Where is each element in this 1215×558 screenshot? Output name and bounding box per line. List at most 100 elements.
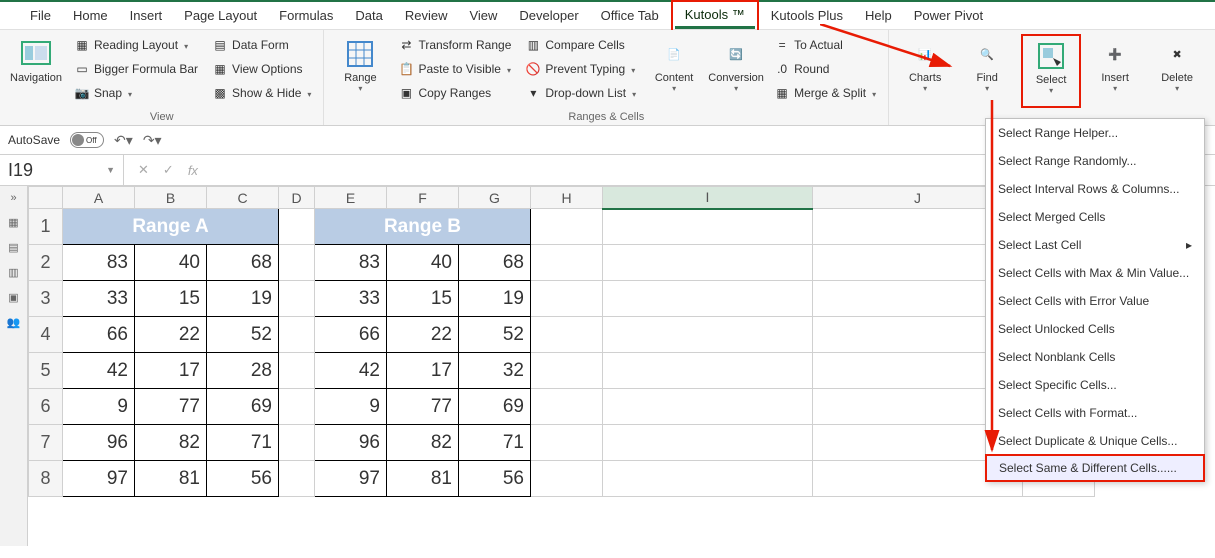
cell[interactable]: 81 [387, 461, 459, 497]
paste-visible-button[interactable]: 📋Paste to Visible [394, 58, 515, 80]
cell[interactable]: 33 [315, 281, 387, 317]
tab-developer[interactable]: Developer [509, 4, 588, 27]
cell[interactable]: 77 [135, 389, 207, 425]
tab-data[interactable]: Data [345, 4, 392, 27]
cell[interactable]: 82 [387, 425, 459, 461]
cell[interactable]: 68 [207, 245, 279, 281]
menu-item[interactable]: Select Same & Different Cells...... [985, 454, 1205, 482]
to-actual-button[interactable]: =To Actual [770, 34, 880, 56]
tab-page-layout[interactable]: Page Layout [174, 4, 267, 27]
cell[interactable]: 32 [459, 353, 531, 389]
tab-kutools-plus[interactable]: Kutools Plus [761, 4, 853, 27]
delete-button[interactable]: ✖Delete [1149, 34, 1205, 104]
row-header-8[interactable]: 8 [29, 461, 63, 497]
cell[interactable]: 81 [135, 461, 207, 497]
conversion-button[interactable]: 🔄Conversion [708, 34, 764, 104]
snap-button[interactable]: 📷Snap [70, 82, 202, 104]
merge-split-button[interactable]: ▦Merge & Split [770, 82, 880, 104]
cell[interactable]: 97 [63, 461, 135, 497]
undo-button[interactable]: ↶▾ [114, 132, 133, 149]
menu-item[interactable]: Select Range Helper... [986, 119, 1204, 147]
find-button[interactable]: 🔍Find [959, 34, 1015, 104]
menu-item[interactable]: Select Cells with Format... [986, 399, 1204, 427]
col-header-I[interactable]: I [603, 187, 813, 209]
cell[interactable]: 9 [315, 389, 387, 425]
insert-button[interactable]: ➕Insert [1087, 34, 1143, 104]
panel-icon-1[interactable]: ▦ [8, 216, 18, 229]
cell[interactable]: 82 [135, 425, 207, 461]
tab-help[interactable]: Help [855, 4, 902, 27]
cell[interactable]: 68 [459, 245, 531, 281]
cell[interactable]: 15 [387, 281, 459, 317]
cell[interactable]: 96 [63, 425, 135, 461]
cell[interactable]: 66 [63, 317, 135, 353]
cell[interactable]: 15 [135, 281, 207, 317]
round-button[interactable]: .0Round [770, 58, 880, 80]
cell[interactable]: 40 [135, 245, 207, 281]
tab-home[interactable]: Home [63, 4, 118, 27]
tab-view[interactable]: View [459, 4, 507, 27]
fx-icon[interactable]: fx [188, 163, 198, 178]
col-header-D[interactable]: D [279, 187, 315, 209]
cell[interactable]: 56 [207, 461, 279, 497]
cell[interactable]: 42 [63, 353, 135, 389]
menu-item[interactable]: Select Range Randomly... [986, 147, 1204, 175]
menu-item[interactable]: Select Interval Rows & Columns... [986, 175, 1204, 203]
cell[interactable]: 83 [315, 245, 387, 281]
row-header-7[interactable]: 7 [29, 425, 63, 461]
content-button[interactable]: 📄Content [646, 34, 702, 104]
cell[interactable]: 83 [63, 245, 135, 281]
copy-ranges-button[interactable]: ▣Copy Ranges [394, 82, 515, 104]
reading-layout-button[interactable]: ▦Reading Layout [70, 34, 202, 56]
show-hide-button[interactable]: ▩Show & Hide [208, 82, 315, 104]
cell[interactable]: 52 [459, 317, 531, 353]
cell[interactable]: 33 [63, 281, 135, 317]
prevent-typing-button[interactable]: 🚫Prevent Typing [521, 58, 640, 80]
menu-item[interactable]: Select Duplicate & Unique Cells... [986, 427, 1204, 455]
cell[interactable]: 52 [207, 317, 279, 353]
panel-icon-2[interactable]: ▤ [8, 241, 18, 254]
format-button[interactable]: ▦Format [1211, 58, 1215, 80]
row-header-3[interactable]: 3 [29, 281, 63, 317]
panel-icon-5[interactable]: 👥 [7, 316, 21, 329]
tab-office-tab[interactable]: Office Tab [591, 4, 669, 27]
cell[interactable]: 17 [387, 353, 459, 389]
cell[interactable]: 19 [207, 281, 279, 317]
menu-item[interactable]: Select Nonblank Cells [986, 343, 1204, 371]
link-button[interactable]: 🔗Link [1211, 82, 1215, 104]
cell[interactable]: 9 [63, 389, 135, 425]
cell[interactable]: 97 [315, 461, 387, 497]
col-header-B[interactable]: B [135, 187, 207, 209]
menu-item[interactable]: Select Merged Cells [986, 203, 1204, 231]
cell[interactable]: 69 [459, 389, 531, 425]
tab-insert[interactable]: Insert [120, 4, 173, 27]
col-header-F[interactable]: F [387, 187, 459, 209]
cell[interactable]: 69 [207, 389, 279, 425]
col-header-A[interactable]: A [63, 187, 135, 209]
data-form-button[interactable]: ▤Data Form [208, 34, 315, 56]
cell[interactable]: 22 [387, 317, 459, 353]
col-header-H[interactable]: H [531, 187, 603, 209]
tab-formulas[interactable]: Formulas [269, 4, 343, 27]
tab-file[interactable]: File [20, 4, 61, 27]
cell[interactable]: 71 [459, 425, 531, 461]
select-button[interactable]: Select [1023, 36, 1079, 106]
row-header-6[interactable]: 6 [29, 389, 63, 425]
tab-review[interactable]: Review [395, 4, 458, 27]
range-button[interactable]: Range [332, 34, 388, 104]
cell[interactable]: 40 [387, 245, 459, 281]
autosave-toggle[interactable]: Off [70, 132, 104, 148]
menu-item[interactable]: Select Unlocked Cells [986, 315, 1204, 343]
row-header-4[interactable]: 4 [29, 317, 63, 353]
cell[interactable]: 42 [315, 353, 387, 389]
text-button[interactable]: TText [1211, 34, 1215, 56]
cell[interactable]: 71 [207, 425, 279, 461]
cell[interactable]: 56 [459, 461, 531, 497]
dropdown-list-button[interactable]: ▾Drop-down List [521, 82, 640, 104]
cancel-formula-icon[interactable]: ✕ [138, 162, 149, 178]
row-header-5[interactable]: 5 [29, 353, 63, 389]
cell[interactable]: 96 [315, 425, 387, 461]
navigation-button[interactable]: Navigation [8, 34, 64, 104]
tab-power-pivot[interactable]: Power Pivot [904, 4, 993, 27]
row-header-1[interactable]: 1 [29, 209, 63, 245]
